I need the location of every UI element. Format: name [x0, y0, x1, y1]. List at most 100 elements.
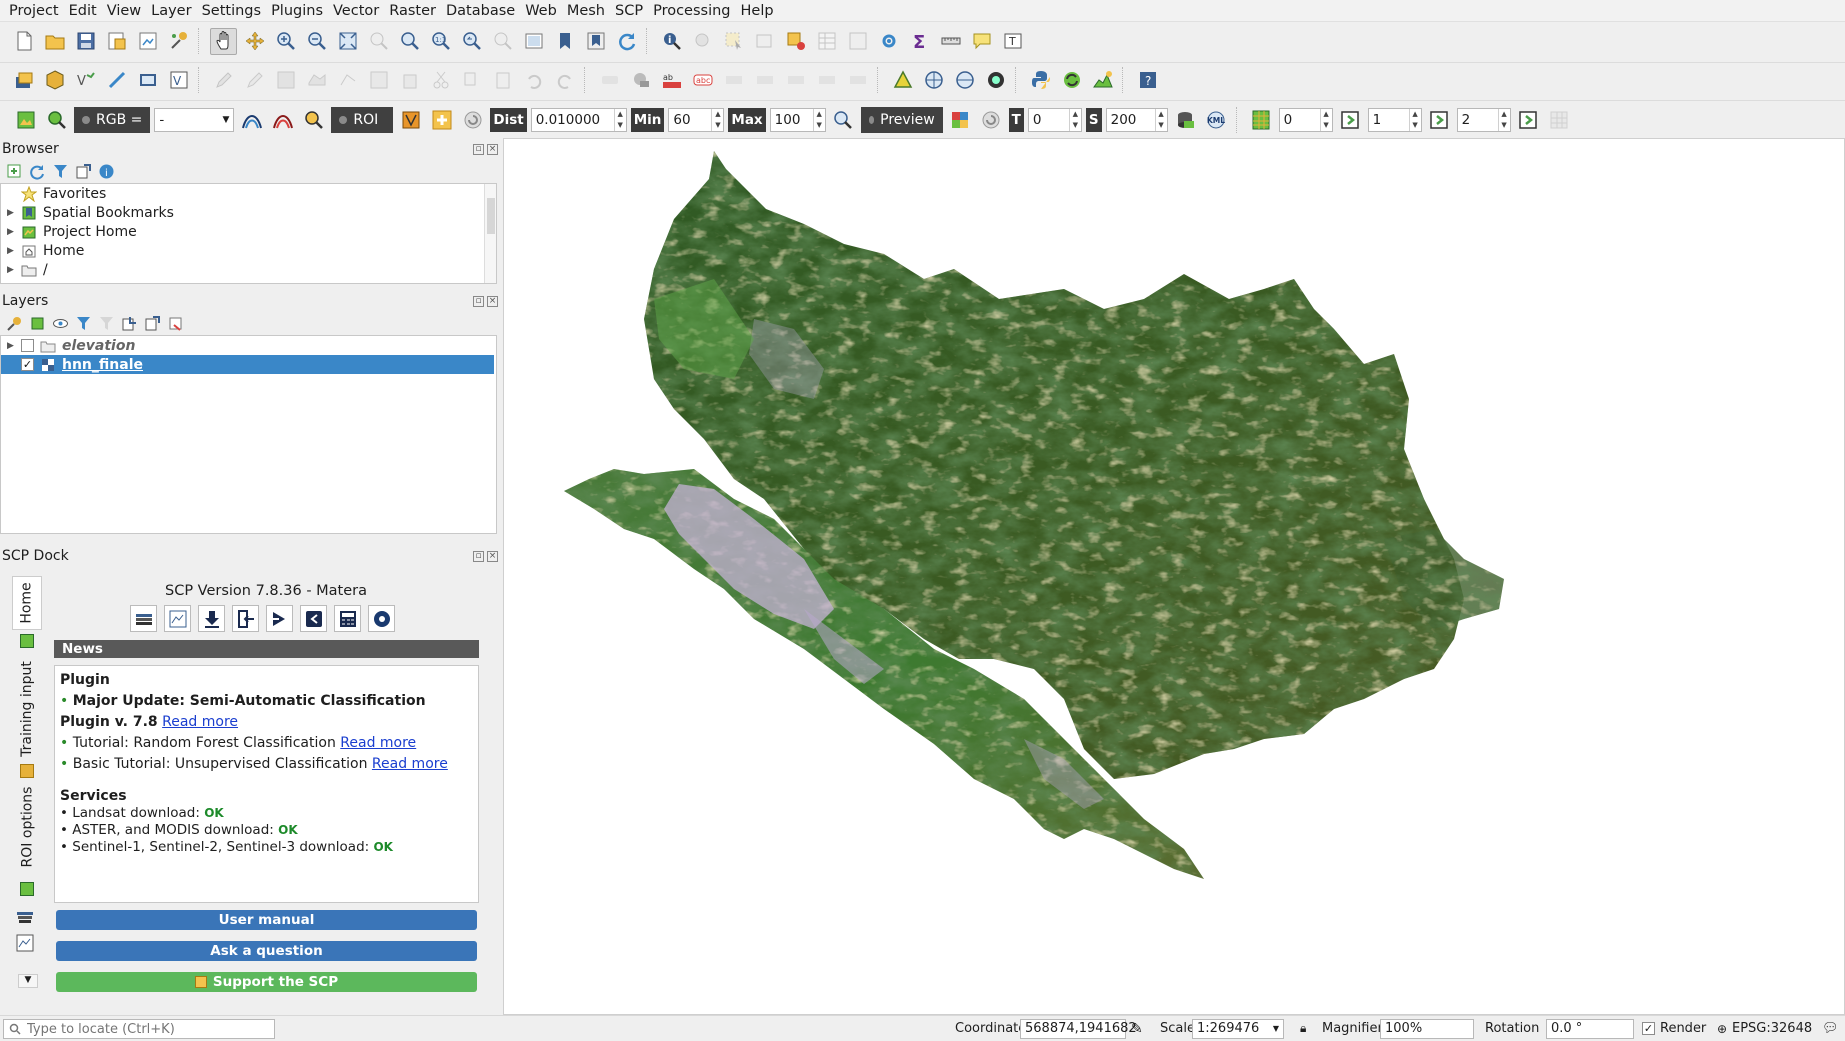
plot-tool-icon[interactable] [164, 605, 191, 632]
menu-layer[interactable]: Layer [146, 0, 196, 22]
collapse-all-icon[interactable] [75, 163, 92, 180]
highlight-pinned-icon[interactable]: abc [689, 66, 716, 93]
menu-raster[interactable]: Raster [384, 0, 441, 22]
layer-visibility-checkbox[interactable]: ✓ [21, 358, 34, 371]
lock-scale-icon[interactable]: 🔒︎ [1300, 1021, 1306, 1036]
extents-toggle-icon[interactable]: ✎ [1131, 1021, 1143, 1037]
layer-item-hnn-finale[interactable]: ✓ hnn_finale [1, 355, 494, 374]
dist-spinbox[interactable]: 0.010000 ▲ ▼ [530, 107, 627, 132]
spin-up-icon[interactable]: ▲ [1073, 110, 1078, 118]
local-std-stretch-icon[interactable] [269, 106, 296, 133]
database-icon[interactable] [1172, 106, 1199, 133]
new-shapefile-icon[interactable]: V [72, 66, 99, 93]
expand-icon[interactable]: ▶ [7, 265, 15, 275]
spin-down-icon[interactable]: ▼ [715, 121, 720, 129]
read-more-link[interactable]: Read more [372, 756, 448, 772]
float-panel-icon[interactable]: ▫ [473, 295, 484, 307]
show-bookmarks-icon[interactable] [582, 28, 609, 55]
identify-icon[interactable]: i [658, 28, 685, 55]
close-panel-icon[interactable]: × [487, 143, 498, 155]
menu-edit[interactable]: Edit [64, 0, 102, 22]
browser-scrollbar[interactable] [484, 184, 496, 283]
expand-icon[interactable]: ▶ [7, 246, 15, 256]
style-manager-icon[interactable] [165, 28, 192, 55]
spin-up-icon[interactable]: ▲ [816, 110, 821, 118]
spin-down-icon[interactable]: ▼ [1158, 121, 1163, 129]
browser-item-favorites[interactable]: Favorites [1, 184, 496, 203]
remove-layer-icon[interactable] [167, 315, 184, 332]
scp-zoom-image-icon[interactable] [43, 106, 70, 133]
zoom-native-icon[interactable]: 1:1 [427, 28, 454, 55]
kml-export-icon[interactable]: KML [1203, 106, 1230, 133]
band-next-icon[interactable] [1337, 106, 1364, 133]
manage-visibility-icon[interactable] [52, 315, 69, 332]
layer-item-elevation[interactable]: ▶ elevation [1, 336, 496, 355]
spin-up-icon[interactable]: ▲ [1412, 110, 1417, 118]
spin-down-icon[interactable]: ▼ [618, 121, 623, 129]
settings-tool-icon[interactable] [368, 605, 395, 632]
zoom-in-icon[interactable] [272, 28, 299, 55]
messages-icon[interactable]: 💬︎ [1822, 1021, 1839, 1036]
band-spinbox-0[interactable]: 0 ▲ ▼ [1278, 107, 1333, 132]
float-panel-icon[interactable]: ▫ [473, 143, 484, 155]
refresh-icon[interactable] [613, 28, 640, 55]
browser-item-spatial-bookmarks[interactable]: ▶ Spatial Bookmarks [1, 203, 496, 222]
s-spinbox[interactable]: 200 ▲ ▼ [1105, 107, 1168, 132]
spin-down-icon[interactable]: ▼ [1501, 121, 1506, 129]
spin-up-icon[interactable]: ▲ [1501, 110, 1506, 118]
coordinate-field[interactable]: 568874,1941682 [1020, 1019, 1137, 1039]
scp-zoom-roi-icon[interactable] [300, 106, 327, 133]
spin-up-icon[interactable]: ▲ [1323, 110, 1328, 118]
add-selected-layers-icon[interactable] [6, 163, 23, 180]
scale-combo[interactable]: 1:269476 ▼ [1192, 1019, 1284, 1039]
menu-view[interactable]: View [102, 0, 146, 22]
download-tool-icon[interactable] [198, 605, 225, 632]
menu-web[interactable]: Web [520, 0, 562, 22]
crs-globe-icon[interactable]: ⊕ [1717, 1022, 1727, 1036]
menu-project[interactable]: Project [4, 0, 64, 22]
expand-icon[interactable]: ▶ [7, 208, 15, 218]
preview-classification-icon[interactable] [947, 106, 974, 133]
scp-zoom-preview-icon[interactable] [830, 106, 857, 133]
scroll-down-icon[interactable]: ▼ [18, 974, 38, 988]
spin-down-icon[interactable]: ▼ [1323, 121, 1328, 129]
min-spinbox[interactable]: 60 ▲ ▼ [668, 107, 725, 132]
user-manual-button[interactable]: User manual [56, 910, 477, 930]
new-project-icon[interactable] [10, 28, 37, 55]
filter-icon[interactable] [52, 163, 69, 180]
browser-item-home[interactable]: ▶ Home [1, 241, 496, 260]
spin-down-icon[interactable]: ▼ [1073, 121, 1078, 129]
measure-icon[interactable] [937, 28, 964, 55]
help-icon[interactable]: ? [1134, 66, 1161, 93]
magnifier-spinbox[interactable]: 100% [1380, 1019, 1474, 1039]
band-set-tab-icon[interactable] [14, 904, 40, 926]
open-project-icon[interactable] [41, 28, 68, 55]
collapse-all-icon[interactable] [144, 315, 161, 332]
band-spinbox-2[interactable]: 2 ▲ ▼ [1456, 107, 1511, 132]
map-tips-icon[interactable] [968, 28, 995, 55]
menu-database[interactable]: Database [441, 0, 520, 22]
read-more-link[interactable]: Read more [340, 735, 416, 751]
roi-add-icon[interactable] [428, 106, 455, 133]
data-source-manager-icon[interactable] [10, 66, 37, 93]
filter-icon[interactable] [75, 315, 92, 332]
spin-down-icon[interactable]: ▼ [1412, 121, 1417, 129]
new-geopackage-icon[interactable] [41, 66, 68, 93]
menu-help[interactable]: Help [736, 0, 779, 22]
roi-toggle-button[interactable]: ROI [331, 106, 394, 133]
locate-search[interactable] [3, 1019, 275, 1039]
add-raster-icon[interactable]: V [165, 66, 192, 93]
add-group-icon[interactable] [29, 315, 46, 332]
preview-toggle-button[interactable]: Preview [860, 106, 943, 133]
pan-to-selection-icon[interactable] [241, 28, 268, 55]
band-next-icon[interactable] [1515, 106, 1542, 133]
roi-redo-icon[interactable] [459, 106, 486, 133]
crs-button[interactable]: EPSG:32648 [1732, 1021, 1812, 1036]
georeferencer-icon[interactable] [889, 66, 916, 93]
layer-diagram-icon[interactable]: ab [658, 66, 685, 93]
spectral-plot-tab-icon[interactable] [14, 932, 40, 954]
print-layout-icon[interactable] [134, 28, 161, 55]
globe-1-icon[interactable] [920, 66, 947, 93]
zoom-last-icon[interactable] [458, 28, 485, 55]
browser-item-project-home[interactable]: ▶ Project Home [1, 222, 496, 241]
